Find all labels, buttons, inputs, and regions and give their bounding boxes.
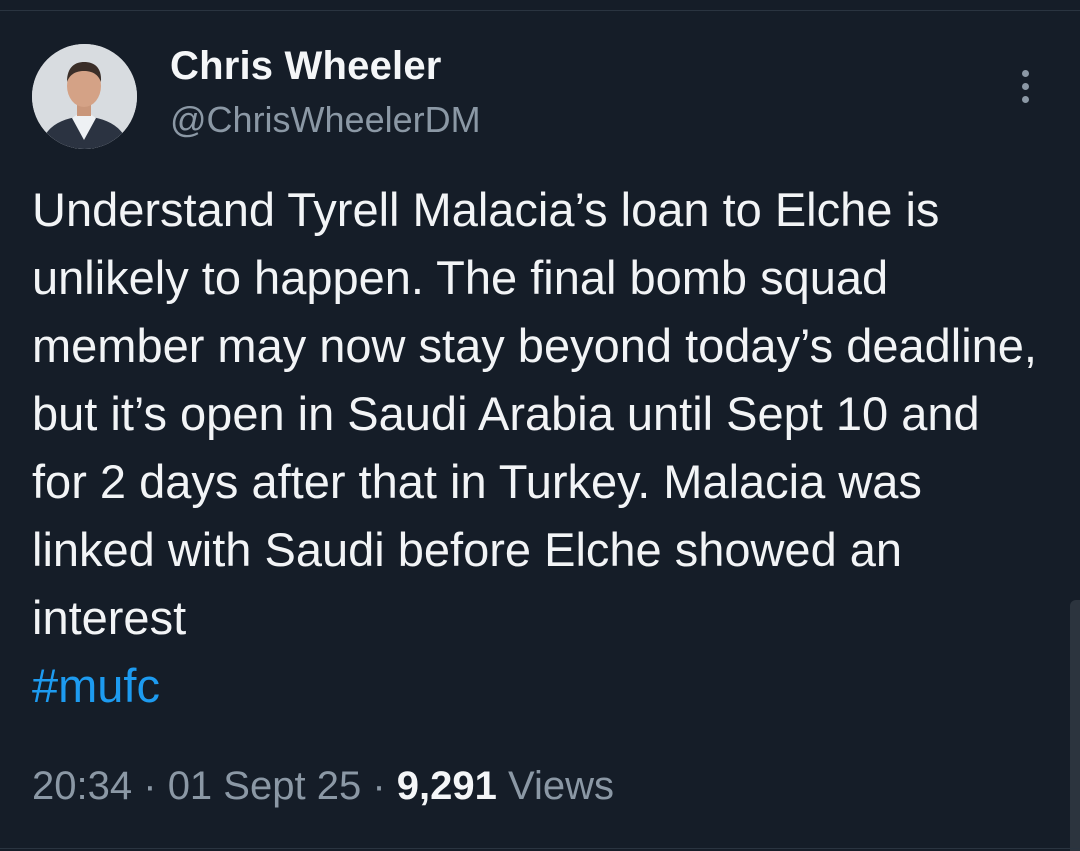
meta-separator: ·	[143, 764, 157, 808]
scrollbar[interactable]	[1070, 600, 1080, 851]
more-vertical-icon-dot	[1021, 95, 1029, 103]
avatar-image	[32, 44, 137, 149]
meta-separator: ·	[372, 764, 386, 808]
more-options-button[interactable]	[1008, 64, 1042, 108]
bottom-divider	[0, 848, 1080, 849]
top-divider	[0, 10, 1080, 11]
hashtag-link[interactable]: #mufc	[32, 659, 160, 712]
tweet-date[interactable]: 01 Sept 25	[168, 764, 362, 808]
tweet-text: Understand Tyrell Malacia’s loan to Elch…	[32, 176, 1042, 720]
tweet-card: Chris Wheeler @ChrisWheelerDM Understand…	[0, 0, 1080, 851]
avatar[interactable]	[32, 44, 137, 149]
tweet-text-content: Understand Tyrell Malacia’s loan to Elch…	[32, 183, 1037, 644]
more-vertical-icon	[1021, 69, 1029, 77]
views-label: Views	[508, 764, 614, 808]
author-display-name[interactable]: Chris Wheeler	[170, 44, 442, 88]
author-handle[interactable]: @ChrisWheelerDM	[170, 100, 481, 140]
views-count: 9,291	[396, 764, 497, 808]
tweet-time[interactable]: 20:34	[32, 764, 132, 808]
more-vertical-icon-dot	[1021, 82, 1029, 90]
tweet-meta: 20:34 · 01 Sept 25 · 9,291 Views	[32, 760, 614, 812]
